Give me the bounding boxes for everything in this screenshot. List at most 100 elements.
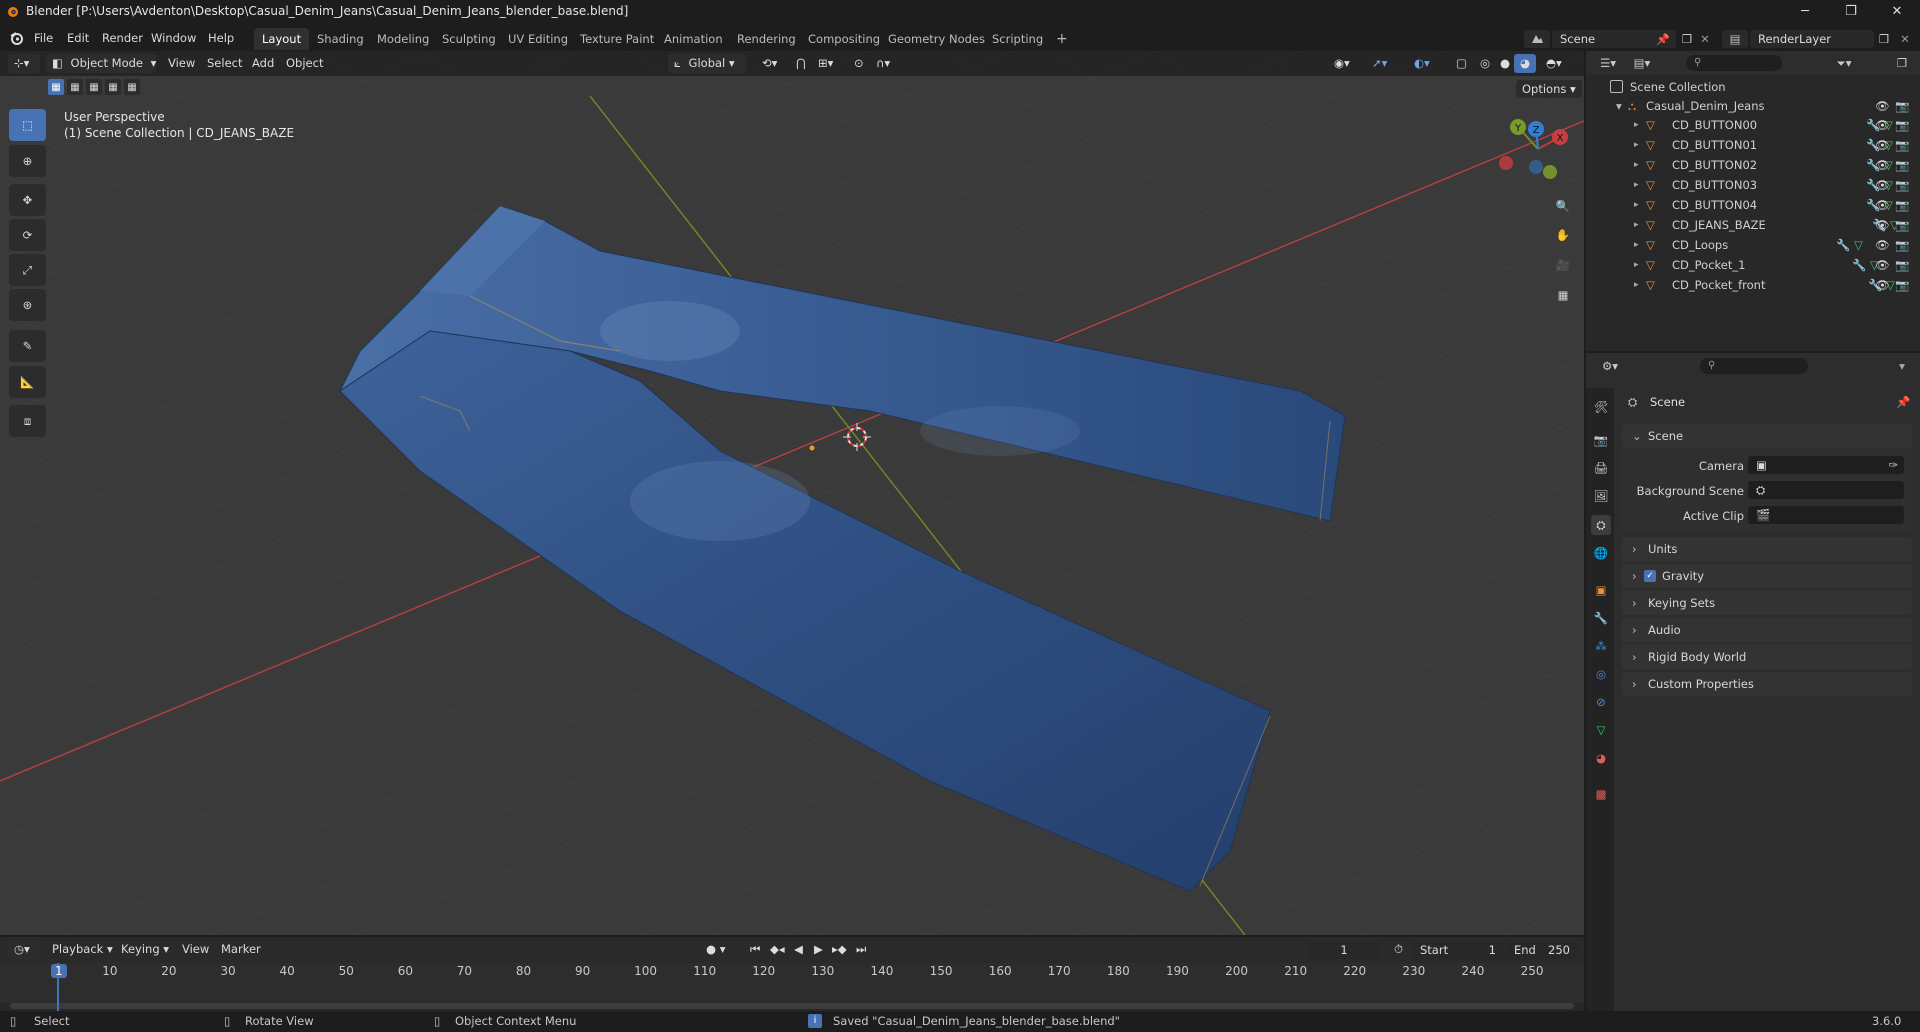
new-layer-icon[interactable]: ❐	[1876, 31, 1892, 47]
tool-tab[interactable]: 🛠	[1591, 397, 1611, 417]
render-tab[interactable]: 📷	[1591, 430, 1611, 450]
eyedropper-icon[interactable]: ✑	[1888, 456, 1898, 474]
falloff-button[interactable]: ∩▾	[870, 54, 896, 73]
editor-type-button[interactable]: ⊹▾	[8, 54, 40, 73]
outliner-object-row[interactable]: ▸ ▽ CD_Loops 🔧 ▽ 👁 📷	[1586, 235, 1920, 255]
menu-keying[interactable]: Keying ▾	[115, 940, 175, 959]
visibility-eye-icon[interactable]: 👁	[1875, 255, 1890, 275]
render-camera-icon[interactable]: 📷	[1895, 255, 1909, 275]
delete-layer-icon[interactable]: ✕	[1897, 31, 1913, 47]
tab-texture-paint[interactable]: Texture Paint	[572, 28, 662, 50]
visibility-eye-icon[interactable]: 👁	[1875, 235, 1890, 255]
move-tool[interactable]: ✥	[9, 184, 46, 216]
render-camera-icon[interactable]: 📷	[1895, 135, 1909, 155]
units-panel-header[interactable]: › Units	[1622, 537, 1912, 561]
proportional-edit-toggle[interactable]: ⊙	[848, 54, 870, 73]
render-camera-icon[interactable]: 📷	[1895, 115, 1909, 135]
outliner-scene-collection[interactable]: Scene Collection	[1586, 77, 1920, 97]
select-intersect-icon[interactable]: ▦	[124, 79, 140, 95]
outliner-object-row[interactable]: ▸ ▽ CD_BUTTON00 🔧 ▽ 👁 📷	[1586, 115, 1920, 135]
select-invert-icon[interactable]: ▦	[105, 79, 121, 95]
view-layer-tab[interactable]: 🖼	[1591, 486, 1611, 506]
tab-layout[interactable]: Layout	[254, 28, 310, 50]
expand-arrow-icon[interactable]: ▸	[1634, 155, 1639, 175]
material-tab[interactable]: ◕	[1591, 748, 1611, 768]
menu-render[interactable]: Render	[96, 28, 149, 48]
scene-tab[interactable]: ⛭	[1591, 515, 1611, 535]
outliner-object-row[interactable]: ▸ ▽ CD_BUTTON04 🔧 ▽ 👁 📷	[1586, 195, 1920, 215]
menu-marker[interactable]: Marker	[215, 940, 267, 959]
outliner-object-row[interactable]: ▸ ▽ CD_BUTTON01 🔧 ▽ 👁 📷	[1586, 135, 1920, 155]
outliner-object-row[interactable]: ▸ ▽ CD_BUTTON02 🔧 ▽ 👁 📷	[1586, 155, 1920, 175]
pin-icon[interactable]: 📌	[1896, 395, 1910, 409]
display-mode-icon[interactable]: ▤▾	[1628, 54, 1656, 72]
start-frame-field[interactable]: Start 1	[1412, 941, 1504, 959]
scene-panel-header[interactable]: ⌄ Scene	[1622, 424, 1912, 448]
mesh-data-icon[interactable]: ▽	[1854, 235, 1863, 255]
select-extend-icon[interactable]: ▦	[67, 79, 83, 95]
tab-rendering[interactable]: Rendering	[729, 28, 804, 50]
blender-menu-icon[interactable]	[9, 30, 25, 46]
status-message[interactable]: Saved "Casual_Denim_Jeans_blender_base.b…	[833, 1014, 1120, 1028]
close-window-button[interactable]: ✕	[1874, 0, 1920, 22]
menu-view[interactable]: View	[162, 54, 201, 73]
tab-uv-editing[interactable]: UV Editing	[500, 28, 576, 50]
jump-end-button[interactable]: ⏭	[850, 940, 872, 959]
properties-options-icon[interactable]: ▾	[1894, 358, 1910, 374]
visibility-eye-icon[interactable]: 👁	[1875, 96, 1890, 116]
transform-tool[interactable]: ⊛	[9, 289, 46, 321]
outliner-collection-row[interactable]: ▾ ⛬ Casual_Denim_Jeans 👁 📷	[1586, 96, 1920, 116]
gravity-checkbox[interactable]: ✓	[1644, 570, 1656, 582]
preview-range-toggle[interactable]: ⏱	[1388, 940, 1409, 959]
output-tab[interactable]: 🖨	[1591, 458, 1611, 478]
scene-selector-icon[interactable]	[1524, 30, 1550, 48]
options-button[interactable]: Options ▾	[1516, 80, 1582, 98]
constraints-tab[interactable]: ⊘	[1591, 692, 1611, 712]
background-scene-field[interactable]: ⛭	[1748, 481, 1904, 499]
properties-editor-icon[interactable]: ⚙▾	[1596, 357, 1624, 375]
menu-window[interactable]: Window	[145, 28, 202, 48]
active-clip-field[interactable]: 🎬	[1748, 506, 1904, 524]
mode-selector[interactable]: ◧ Object Mode ▾	[46, 54, 156, 73]
visibility-eye-icon[interactable]: 👁	[1875, 175, 1890, 195]
custom-properties-panel-header[interactable]: › Custom Properties	[1622, 672, 1912, 696]
cursor-tool[interactable]: ⊕	[9, 145, 46, 177]
visibility-eye-icon[interactable]: 👁	[1875, 115, 1890, 135]
menu-add[interactable]: Add	[246, 54, 280, 73]
modifier-wrench-icon[interactable]: 🔧	[1852, 255, 1866, 275]
annotate-tool[interactable]: ✎	[9, 330, 46, 362]
new-collection-icon[interactable]: ❐	[1892, 54, 1912, 72]
render-camera-icon[interactable]: 📷	[1895, 96, 1909, 116]
gizmo-toggle[interactable]: ➚▾	[1366, 54, 1393, 73]
pan-view-button[interactable]: ✋	[1548, 220, 1578, 250]
render-camera-icon[interactable]: 📷	[1895, 215, 1909, 235]
expand-arrow-icon[interactable]: ▸	[1634, 235, 1639, 255]
measure-tool[interactable]: 📐	[9, 366, 46, 398]
menu-playback[interactable]: Playback ▾	[46, 940, 119, 959]
wireframe-shading-button[interactable]: ◎	[1474, 54, 1496, 73]
menu-edit[interactable]: Edit	[61, 28, 95, 48]
gravity-panel-header[interactable]: › ✓ Gravity	[1622, 564, 1912, 588]
expand-arrow-icon[interactable]: ▸	[1634, 275, 1639, 295]
current-frame-field[interactable]: 1	[1308, 941, 1380, 959]
outliner-editor-icon[interactable]: ☰▾	[1594, 54, 1622, 72]
snap-target-button[interactable]: ⊞▾	[812, 54, 839, 73]
outliner-search-field[interactable]: ⚲	[1686, 55, 1782, 71]
tab-shading[interactable]: Shading	[309, 28, 372, 50]
tab-scripting[interactable]: Scripting	[984, 28, 1051, 50]
keying-sets-panel-header[interactable]: › Keying Sets	[1622, 591, 1912, 615]
add-cube-tool[interactable]: ⧈	[9, 405, 46, 437]
overlay-toggle[interactable]: ◐▾	[1408, 54, 1436, 73]
menu-select[interactable]: Select	[201, 54, 248, 73]
menu-object[interactable]: Object	[280, 54, 329, 73]
solid-shading-button[interactable]: ●	[1494, 54, 1516, 73]
next-keyframe-button[interactable]: ▸◆	[826, 940, 853, 959]
texture-tab[interactable]: ▩	[1591, 784, 1611, 804]
properties-search-field[interactable]: ⚲	[1700, 358, 1808, 374]
auto-keying-button[interactable]: ● ▾	[700, 940, 731, 959]
expand-arrow-icon[interactable]: ▸	[1634, 255, 1639, 275]
outliner-object-row[interactable]: ▸ ▽ CD_Pocket_front 🔧 ▽ 👁 📷	[1586, 275, 1920, 295]
expand-arrow-icon[interactable]: ▸	[1634, 115, 1639, 135]
world-tab[interactable]: 🌐	[1591, 543, 1611, 563]
visibility-selector[interactable]: ◉▾	[1328, 54, 1356, 73]
